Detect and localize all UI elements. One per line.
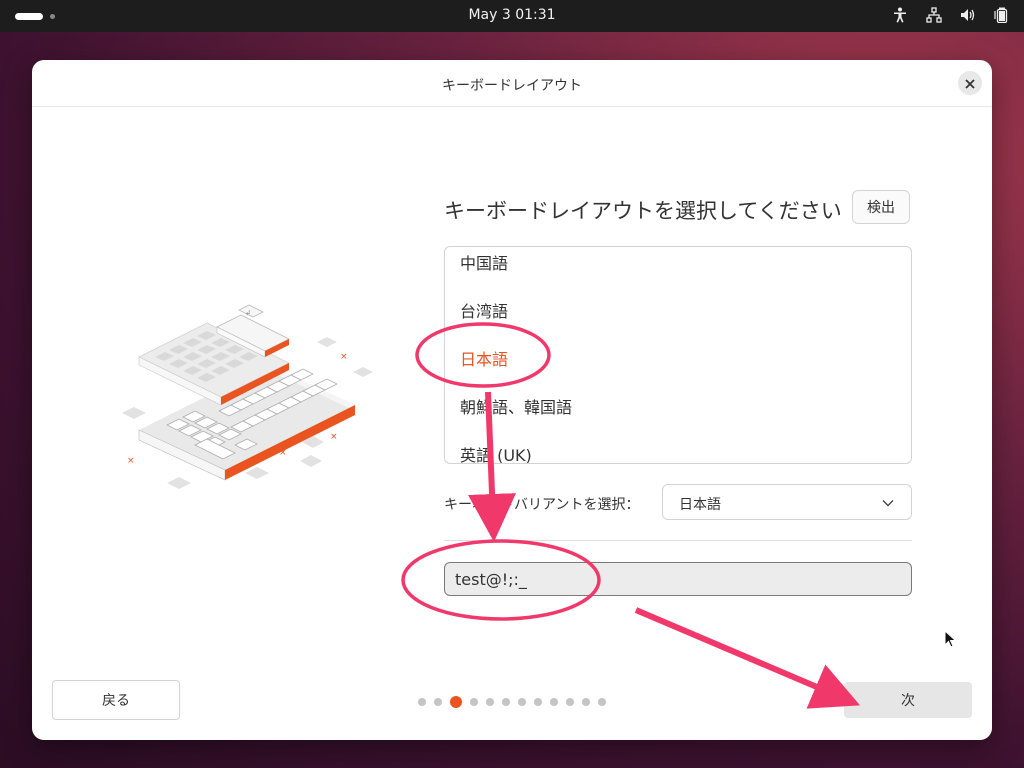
- clock[interactable]: May 3 01:31: [0, 7, 1024, 23]
- title-bar: キーボードレイアウト: [32, 60, 992, 107]
- variant-value: 日本語: [679, 497, 721, 513]
- progress-dot: [470, 698, 478, 706]
- progress-dot: [582, 698, 590, 706]
- keyboard-layout-dialog: キーボードレイアウト × × × × ↲ キーボードレイアウトを選択してください…: [32, 60, 992, 740]
- list-item-japanese[interactable]: 日本語: [460, 346, 508, 370]
- svg-text:↲: ↲: [245, 309, 251, 317]
- system-tray[interactable]: [892, 7, 1010, 23]
- keyboard-illustration: × × × × ↲: [122, 304, 373, 489]
- list-item-english-uk[interactable]: 英語 (UK): [460, 442, 532, 463]
- progress-dots: [418, 696, 606, 708]
- network-icon[interactable]: [926, 7, 942, 23]
- progress-dot: [518, 698, 526, 706]
- mouse-pointer-icon: [944, 630, 957, 648]
- progress-dot: [534, 698, 542, 706]
- svg-text:×: ×: [127, 456, 135, 466]
- accessibility-icon[interactable]: [892, 7, 908, 23]
- test-keyboard-input[interactable]: [444, 562, 912, 596]
- progress-dot-active: [450, 696, 462, 708]
- page-heading: キーボードレイアウトを選択してください: [444, 199, 842, 223]
- variant-label: キーボードバリアントを選択：: [444, 497, 640, 513]
- variant-select[interactable]: 日本語: [662, 484, 912, 520]
- keyboard-layout-list[interactable]: 中国語 台湾語 日本語 朝鮮語、韓国語 英語 (UK): [444, 246, 912, 464]
- list-item-korean[interactable]: 朝鮮語、韓国語: [460, 394, 572, 418]
- list-item-chinese[interactable]: 中国語: [460, 250, 508, 274]
- volume-icon[interactable]: [960, 7, 976, 23]
- progress-dot: [486, 698, 494, 706]
- top-bar: May 3 01:31: [0, 0, 1024, 32]
- detect-button[interactable]: 検出: [852, 190, 910, 224]
- list-item-taiwanese[interactable]: 台湾語: [460, 298, 508, 322]
- battery-icon[interactable]: [994, 7, 1010, 23]
- progress-dot: [566, 698, 574, 706]
- divider: [444, 540, 912, 541]
- svg-text:×: ×: [330, 432, 338, 442]
- progress-dot: [502, 698, 510, 706]
- dialog-title: キーボードレイアウト: [442, 78, 582, 94]
- back-button[interactable]: 戻る: [52, 680, 180, 720]
- next-button[interactable]: 次: [844, 682, 972, 718]
- svg-text:×: ×: [340, 352, 348, 362]
- progress-dot: [550, 698, 558, 706]
- close-icon: [965, 74, 975, 93]
- progress-dot: [434, 698, 442, 706]
- close-button[interactable]: [958, 71, 982, 95]
- progress-dot: [418, 698, 426, 706]
- progress-dot: [598, 698, 606, 706]
- chevron-down-icon: [881, 495, 895, 514]
